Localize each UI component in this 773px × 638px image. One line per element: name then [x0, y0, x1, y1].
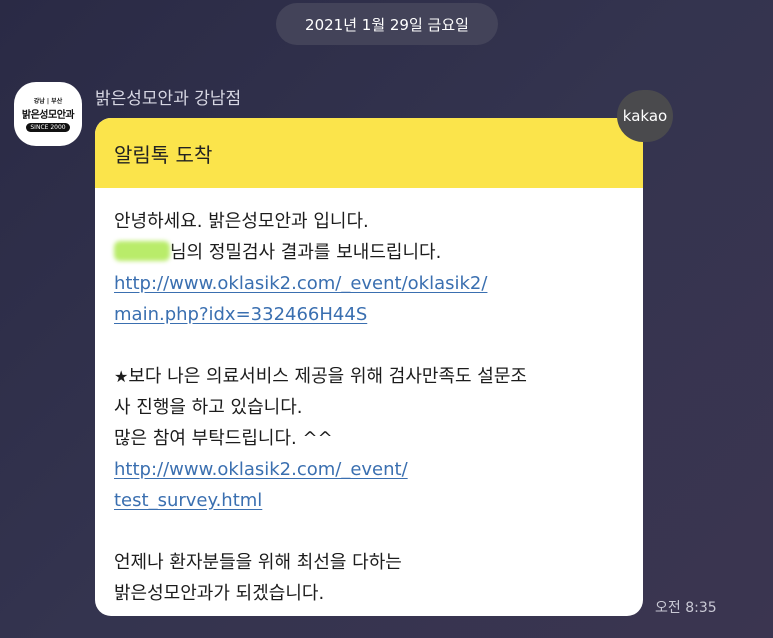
message-line: 많은 참여 부탁드립니다. ^^ [114, 428, 333, 449]
avatar[interactable]: 강남 | 부산 밝은성모안과 SINCE 2000 [14, 82, 82, 146]
message-bubble[interactable]: 알림톡 도착 안녕하세요. 밝은성모안과 입니다. 님의 정밀검사 결과를 보내… [95, 118, 643, 616]
star-icon: ★ [114, 367, 129, 386]
bubble-header-title: 알림톡 도착 [114, 142, 213, 167]
avatar-since-badge: SINCE 2000 [26, 123, 70, 132]
redacted-name [114, 241, 170, 261]
bubble-header: 알림톡 도착 [95, 118, 643, 188]
message-body: 안녕하세요. 밝은성모안과 입니다. 님의 정밀검사 결과를 보내드립니다. h… [95, 188, 643, 609]
survey-link[interactable]: http://www.oklasik2.com/_event/ [114, 454, 625, 485]
message-timestamp: 오전 8:35 [655, 600, 717, 616]
message-line: ★보다 나은 의료서비스 제공을 위해 검사만족도 설문조 [114, 361, 625, 392]
message-line: 사 진행을 하고 있습니다. [114, 397, 303, 418]
survey-link-cont[interactable]: test_survey.html [114, 485, 625, 516]
avatar-logo-text: 밝은성모안과 [21, 110, 75, 121]
message-line: 안녕하세요. 밝은성모안과 입니다. [114, 211, 369, 232]
kakao-badge: kakao [617, 90, 673, 142]
message-line: 언제나 환자분들을 위해 최선을 다하는 [114, 552, 402, 573]
result-link-cont[interactable]: main.php?idx=332466H44S [114, 299, 625, 330]
result-link-part2[interactable]: main.php?idx=332466H44S [114, 304, 367, 325]
message-line-text: 보다 나은 의료서비스 제공을 위해 검사만족도 설문조 [128, 366, 527, 387]
survey-link-part2[interactable]: test_survey.html [114, 490, 262, 511]
sender-name: 밝은성모안과 강남점 [95, 89, 242, 109]
date-divider: 2021년 1월 29일 금요일 [276, 3, 498, 45]
avatar-top-text: 강남 | 부산 [33, 98, 63, 105]
message-line: 밝은성모안과가 되겠습니다. [114, 583, 325, 604]
result-link-part1[interactable]: http://www.oklasik2.com/_event/oklasik2/ [114, 273, 487, 294]
message-line-text: 님의 정밀검사 결과를 보내드립니다. [170, 242, 442, 263]
result-link[interactable]: http://www.oklasik2.com/_event/oklasik2/ [114, 268, 625, 299]
message-line: 님의 정밀검사 결과를 보내드립니다. [114, 237, 625, 268]
survey-link-part1[interactable]: http://www.oklasik2.com/_event/ [114, 459, 408, 480]
